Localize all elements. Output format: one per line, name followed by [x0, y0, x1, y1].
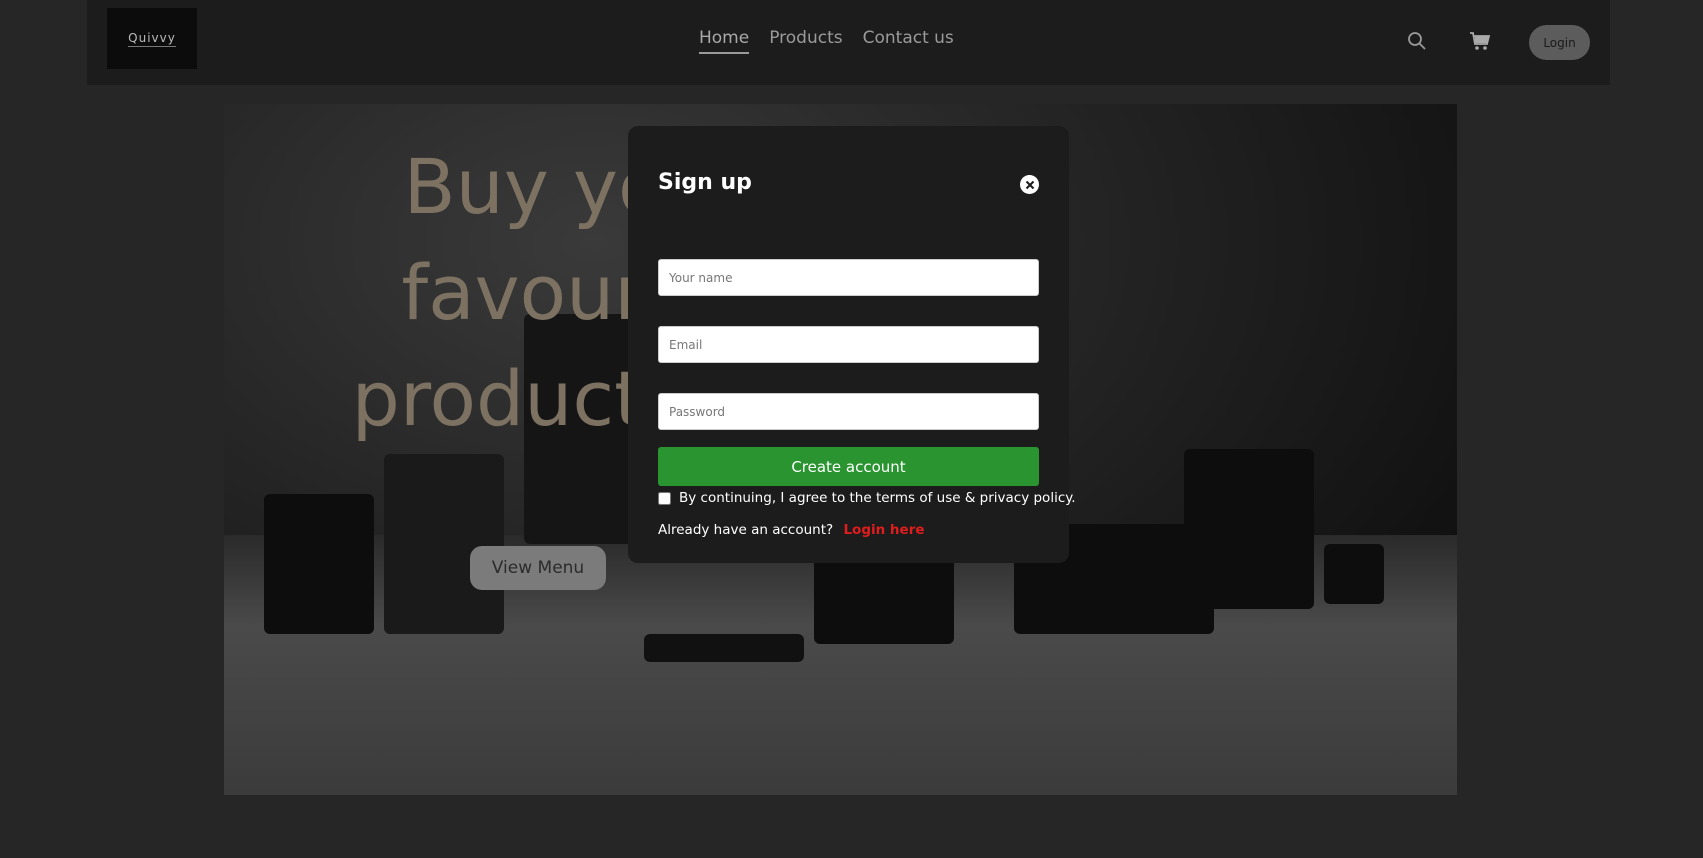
password-field[interactable]	[658, 393, 1039, 430]
view-menu-button[interactable]: View Menu	[470, 546, 606, 590]
close-icon[interactable]	[1020, 175, 1039, 194]
nav-home[interactable]: Home	[699, 28, 750, 54]
logo-text: Quivvy	[128, 30, 176, 47]
bag-shape	[384, 454, 504, 634]
search-icon[interactable]	[1404, 28, 1430, 54]
bag-shape	[1184, 449, 1314, 609]
cart-icon[interactable]	[1467, 28, 1493, 54]
keyboard-shape	[644, 634, 804, 662]
bag-shape	[264, 494, 374, 634]
terms-agreement: By continuing, I agree to the terms of u…	[658, 490, 1076, 506]
login-button[interactable]: Login	[1529, 25, 1590, 60]
terms-text: By continuing, I agree to the terms of u…	[679, 490, 1076, 506]
login-prompt: Already have an account? Login here	[658, 522, 925, 538]
login-prompt-text: Already have an account?	[658, 522, 834, 538]
nav-products[interactable]: Products	[769, 28, 842, 54]
login-here-link[interactable]: Login here	[843, 522, 924, 538]
main-nav: Home Products Contact us	[699, 28, 954, 54]
bag-shape	[1324, 544, 1384, 604]
brand-logo[interactable]: Quivvy	[107, 8, 197, 69]
email-field[interactable]	[658, 326, 1039, 363]
terms-checkbox[interactable]	[658, 491, 671, 505]
modal-title: Sign up	[658, 170, 752, 195]
name-field[interactable]	[658, 259, 1039, 296]
site-header: Quivvy Home Products Contact us Login	[87, 0, 1610, 85]
nav-contact[interactable]: Contact us	[863, 28, 954, 54]
signup-modal: Sign up Create account By continuing, I …	[628, 126, 1076, 563]
create-account-button[interactable]: Create account	[658, 447, 1039, 486]
